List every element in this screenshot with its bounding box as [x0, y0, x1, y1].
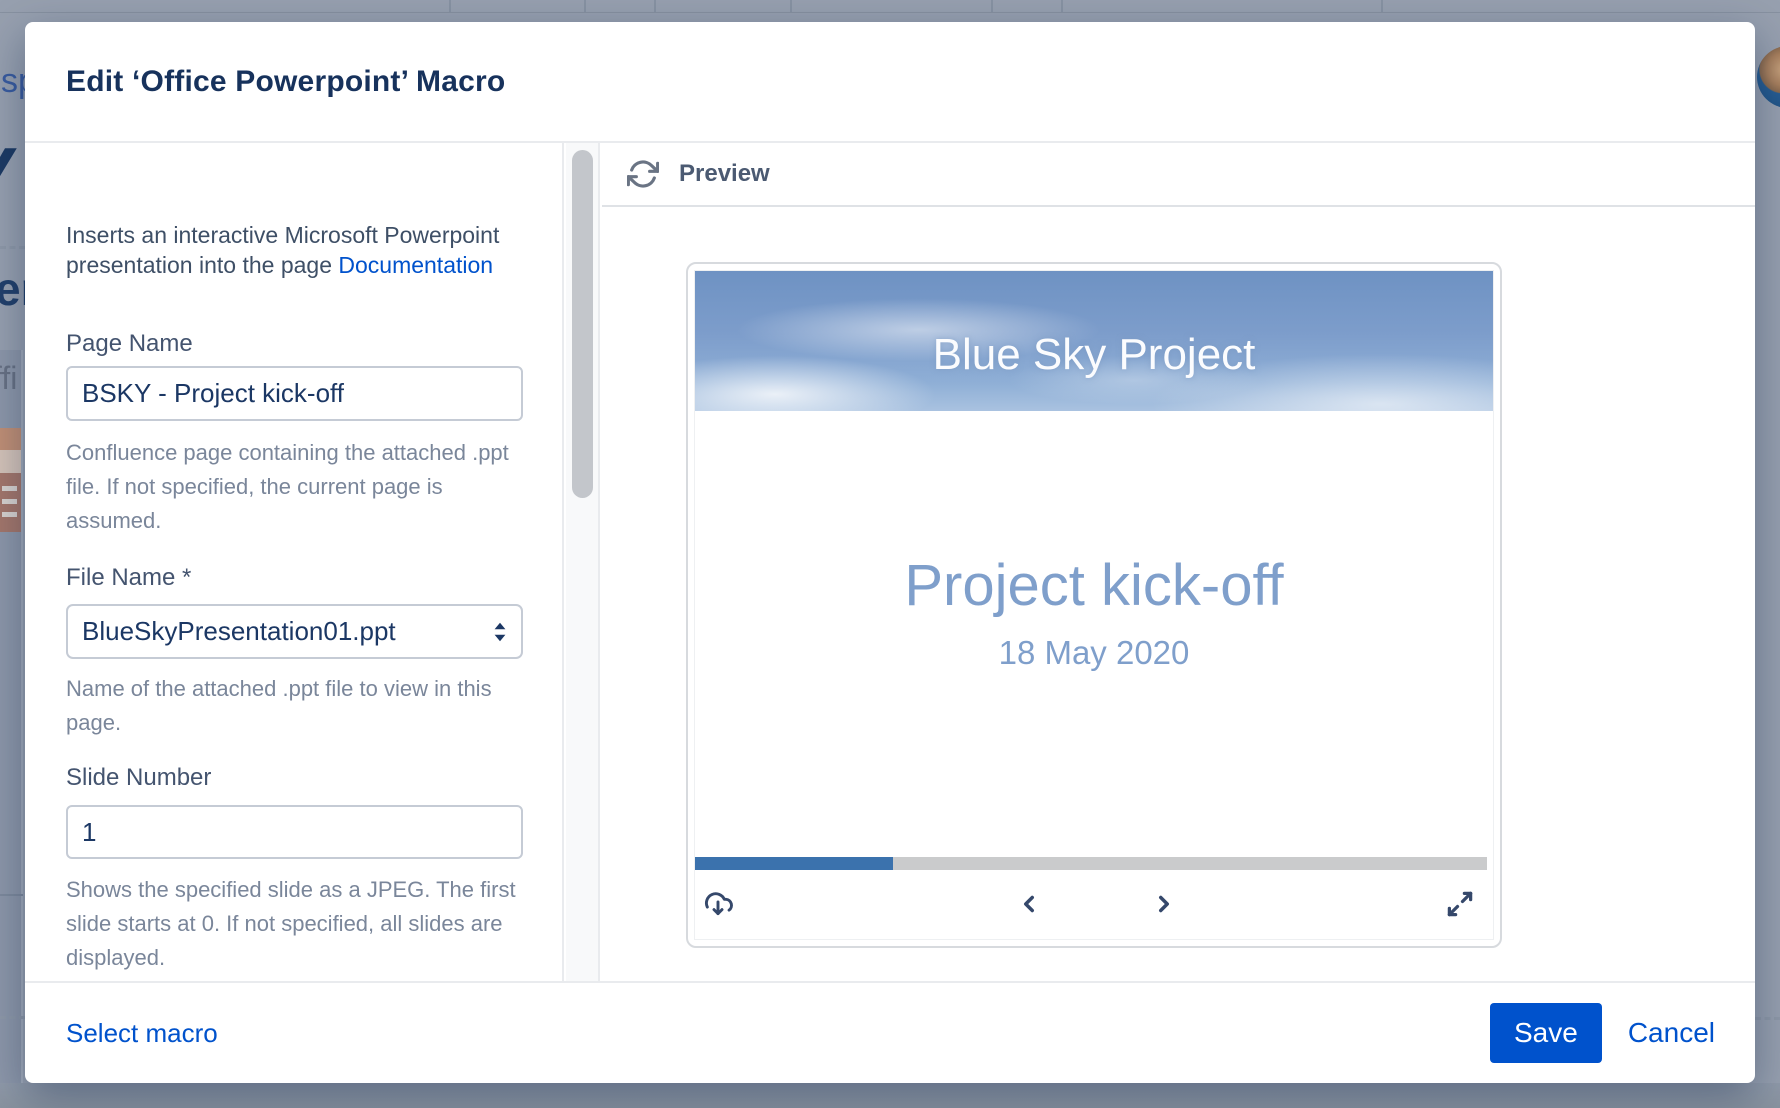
- select-macro-link[interactable]: Select macro: [66, 1018, 218, 1049]
- slide-number-help: Shows the specified slide as a JPEG. The…: [66, 873, 538, 975]
- background-text-fragment: er: [0, 262, 25, 316]
- chevron-left-icon: [1016, 891, 1042, 917]
- file-name-select[interactable]: BlueSkyPresentation01.ppt: [66, 604, 523, 659]
- file-name-label: File Name *: [66, 563, 191, 593]
- file-name-help: Name of the attached .ppt file to view i…: [66, 672, 538, 740]
- chevron-right-icon: [1151, 891, 1177, 917]
- slide-preview-card: Blue Sky Project Project kick-off 18 May…: [686, 262, 1502, 948]
- dialog-title: Edit ‘Office Powerpoint’ Macro: [66, 65, 505, 99]
- background-toolbar-separator: [584, 0, 586, 12]
- screen: sp Y er ffi Edit ‘Office Powerpoint’ Mac…: [0, 0, 1780, 1108]
- background-dashed-line: [0, 1016, 25, 1019]
- background-text-fragment: sp: [1, 62, 25, 101]
- slide-number-input[interactable]: [66, 805, 523, 859]
- background-content-edge: ffi: [0, 350, 23, 1083]
- preview-header: Preview: [602, 143, 1755, 207]
- background-divider: [0, 894, 23, 896]
- progress-fill: [695, 857, 893, 870]
- background-text-fragment: Y: [0, 130, 18, 221]
- background-toolbar-separator: [1381, 0, 1383, 12]
- slide-header-title: Blue Sky Project: [695, 330, 1493, 380]
- page-name-help: Confluence page containing the attached …: [66, 436, 538, 538]
- download-button[interactable]: [701, 887, 735, 921]
- form-scrollbar-thumb[interactable]: [572, 150, 593, 498]
- preview-label: Preview: [679, 160, 770, 188]
- background-toolbar-edge: [0, 12, 1780, 13]
- background-toolbar-separator: [449, 0, 451, 12]
- background-toolbar-separator: [1061, 0, 1063, 12]
- background-slide-thumbnail: [0, 473, 21, 532]
- macro-parameters-panel: Inserts an interactive Microsoft Powerpo…: [25, 143, 564, 981]
- background-toolbar-separator: [790, 0, 792, 12]
- preview-panel: Preview Blue Sky Project Project kick-of…: [602, 143, 1755, 981]
- next-slide-button[interactable]: [1147, 887, 1181, 921]
- background-dashed-line: [1755, 1017, 1780, 1020]
- avatar: [1757, 46, 1780, 108]
- page-name-input[interactable]: [66, 366, 523, 421]
- documentation-link[interactable]: Documentation: [338, 252, 493, 278]
- fullscreen-button[interactable]: [1443, 887, 1477, 921]
- dialog-header: Edit ‘Office Powerpoint’ Macro: [25, 22, 1755, 143]
- file-name-selected-value: BlueSkyPresentation01.ppt: [82, 616, 396, 647]
- form-scrollbar-track[interactable]: [566, 143, 600, 981]
- slide-preview: Blue Sky Project Project kick-off 18 May…: [695, 271, 1493, 939]
- background-dashed-line: [0, 246, 25, 249]
- macro-edit-dialog: Edit ‘Office Powerpoint’ Macro Inserts a…: [25, 22, 1755, 1083]
- background-text-fragment: ffi: [0, 360, 17, 397]
- save-button[interactable]: Save: [1490, 1003, 1602, 1063]
- background-toolbar-separator: [991, 0, 993, 12]
- slide-progress-bar: [695, 857, 1487, 870]
- background-toolbar-separator: [654, 0, 656, 12]
- cancel-button[interactable]: Cancel: [1628, 1017, 1715, 1049]
- background-slide-thumbnail: [0, 450, 21, 473]
- background-page-left-strip: sp Y er ffi: [0, 0, 25, 1108]
- cloud-download-icon: [702, 888, 734, 920]
- dialog-footer: Select macro Save Cancel: [25, 981, 1755, 1083]
- select-spinner-icon: [487, 617, 513, 647]
- refresh-icon[interactable]: [627, 158, 659, 190]
- macro-description: Inserts an interactive Microsoft Powerpo…: [66, 220, 530, 280]
- background-page-bottom-strip: [0, 1083, 1780, 1108]
- slide-title: Project kick-off: [695, 553, 1493, 619]
- expand-icon: [1445, 889, 1475, 919]
- slide-header-image: Blue Sky Project: [695, 271, 1493, 411]
- previous-slide-button[interactable]: [1012, 887, 1046, 921]
- background-slide-thumbnail: [0, 428, 21, 450]
- slide-date: 18 May 2020: [695, 633, 1493, 673]
- page-name-label: Page Name: [66, 329, 193, 359]
- slide-number-label: Slide Number: [66, 763, 211, 793]
